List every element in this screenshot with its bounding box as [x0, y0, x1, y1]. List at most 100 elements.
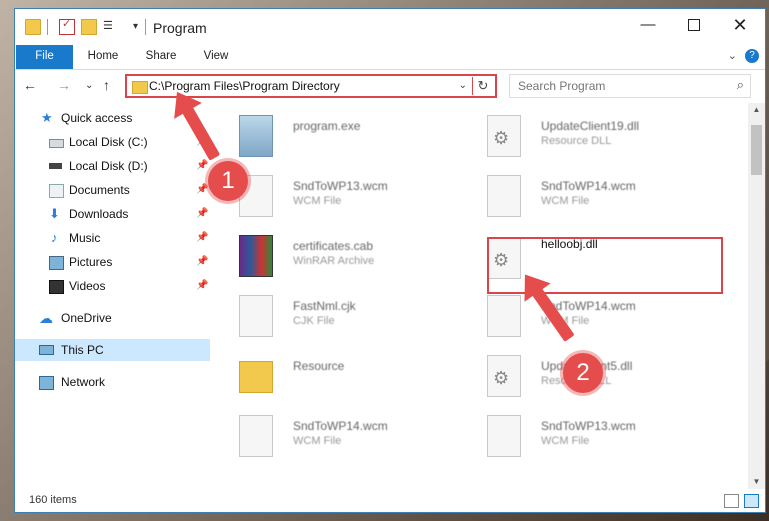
list-item[interactable]: FastNml.cjk CJK File [219, 289, 449, 345]
sidebar-item-label: Quick access [61, 111, 133, 125]
navigation-pane: ★ Quick access Local Disk (C:) 📌 Local D… [15, 105, 211, 489]
file-type: WCM File [293, 435, 342, 447]
folder-icon [239, 361, 273, 393]
status-bar: 160 items [15, 490, 765, 512]
toolbar-divider [47, 19, 48, 35]
star-icon: ★ [41, 110, 53, 125]
pin-icon: 📌 [196, 160, 209, 171]
sidebar-item-documents[interactable]: Documents 📌 [15, 179, 210, 201]
sidebar-item-network[interactable]: Network [15, 371, 210, 393]
ribbon-tabs: File Home Share View ⌄ ? [15, 45, 765, 70]
scroll-down-icon[interactable]: ▼ [748, 475, 765, 489]
expand-ribbon-icon[interactable]: ⌄ [728, 49, 737, 62]
minimize-button[interactable]: — [625, 9, 671, 41]
window-title: Program [153, 20, 207, 36]
file-explorer-window: ☰ ▾ Program — ✕ File Home Share View ⌄ ?… [14, 8, 766, 513]
sidebar-item-local-disk-c[interactable]: Local Disk (C:) 📌 [15, 131, 210, 153]
sidebar-item-this-pc[interactable]: This PC [15, 339, 210, 361]
list-item[interactable]: SndToWP14.wcm WCM File [219, 409, 449, 465]
list-item[interactable]: UpdateClient19.dll Resource DLL [467, 109, 697, 165]
tab-share[interactable]: Share [137, 45, 185, 69]
list-item[interactable]: SndToWP14.wcm WCM File [467, 169, 697, 225]
tab-home[interactable]: Home [79, 45, 127, 69]
file-icon [239, 415, 273, 457]
step-badge-1: 1 [208, 161, 248, 201]
search-icon[interactable]: ⌕ [737, 77, 744, 93]
recent-locations-button[interactable]: ⌄ [85, 80, 93, 91]
pin-icon: 📌 [196, 208, 209, 219]
help-icon[interactable]: ? [745, 49, 759, 63]
scroll-up-icon[interactable]: ▲ [748, 103, 765, 117]
file-type: WCM File [541, 195, 590, 207]
search-input[interactable] [516, 78, 720, 94]
step-badge-2: 2 [563, 353, 603, 393]
videos-icon [49, 280, 64, 294]
sidebar-item-local-disk-d[interactable]: Local Disk (D:) 📌 [15, 155, 210, 177]
address-history-dropdown[interactable]: ⌄ [459, 80, 467, 91]
tab-view[interactable]: View [193, 45, 239, 69]
cloud-icon: ☁ [39, 310, 53, 326]
file-name: SndToWP14.wcm [541, 179, 636, 193]
list-item[interactable]: SndToWP13.wcm WCM File [467, 409, 697, 465]
file-type: WCM File [293, 195, 342, 207]
file-list: program.exe UpdateClient19.dll Resource … [219, 103, 747, 489]
sidebar-item-label: Music [69, 231, 101, 245]
list-item[interactable]: certificates.cab WinRAR Archive [219, 229, 449, 285]
list-item[interactable]: program.exe [219, 109, 449, 165]
file-type: WinRAR Archive [293, 255, 375, 267]
maximize-button[interactable] [671, 9, 717, 41]
forward-button[interactable]: → [57, 77, 71, 93]
new-folder-icon[interactable] [81, 19, 97, 35]
computer-icon [39, 345, 54, 355]
properties-icon[interactable] [59, 17, 75, 35]
file-name: FastNml.cjk [293, 299, 356, 313]
refresh-button[interactable]: ↻ [472, 77, 493, 95]
sidebar-item-label: Local Disk (C:) [69, 135, 148, 149]
file-type: WCM File [541, 435, 590, 447]
back-button[interactable]: ← [23, 77, 37, 93]
close-button[interactable]: ✕ [717, 9, 763, 41]
pictures-icon [49, 256, 64, 270]
sidebar-item-label: Network [61, 375, 106, 389]
up-button[interactable]: ↑ [103, 77, 110, 93]
item-count: 160 items [29, 494, 77, 506]
customize-toolbar-icon[interactable]: ☰ [103, 19, 131, 33]
dll-icon [487, 115, 521, 157]
drive-icon [49, 163, 62, 169]
pin-icon: 📌 [196, 256, 209, 267]
pin-icon: 📌 [196, 280, 209, 291]
list-item[interactable]: Resource [219, 349, 449, 405]
file-type: CJK File [293, 315, 335, 327]
title-bar: ☰ ▾ Program — ✕ [15, 9, 765, 47]
list-item[interactable]: SndToWP13.wcm WCM File [219, 169, 449, 225]
sidebar-item-label: This PC [61, 343, 104, 357]
file-name: certificates.cab [293, 239, 374, 253]
sidebar-item-pictures[interactable]: Pictures 📌 [15, 251, 210, 273]
vertical-scrollbar[interactable]: ▲ ▼ [748, 103, 765, 489]
pin-icon: 📌 [196, 232, 209, 243]
sidebar-item-label: Local Disk (D:) [69, 159, 148, 173]
details-view-icon[interactable] [724, 494, 739, 508]
tiles-view-icon[interactable] [744, 494, 759, 508]
sidebar-item-label: Videos [69, 279, 106, 293]
pin-icon: 📌 [196, 184, 209, 195]
list-item[interactable]: SndToWP14.wcm WCM File [467, 289, 697, 345]
search-box[interactable]: ⌕ [509, 74, 751, 98]
drive-icon [49, 139, 64, 148]
file-type: Resource DLL [541, 135, 612, 147]
scrollbar-thumb[interactable] [751, 125, 762, 175]
maximize-icon [688, 19, 700, 32]
quick-access-dropdown-icon[interactable]: ▾ [133, 21, 138, 32]
file-icon [239, 295, 273, 337]
sidebar-item-videos[interactable]: Videos 📌 [15, 275, 210, 297]
sidebar-item-label: Downloads [69, 207, 129, 221]
sidebar-item-downloads[interactable]: ⬇ Downloads 📌 [15, 203, 210, 225]
dll-icon [487, 355, 521, 397]
archive-icon [239, 235, 273, 277]
sidebar-item-music[interactable]: ♪ Music 📌 [15, 227, 210, 249]
file-icon [487, 175, 521, 217]
tab-file[interactable]: File [16, 45, 73, 69]
folder-icon [25, 19, 41, 35]
sidebar-item-label: Documents [69, 183, 130, 197]
sidebar-item-onedrive[interactable]: ☁ OneDrive [15, 307, 210, 329]
